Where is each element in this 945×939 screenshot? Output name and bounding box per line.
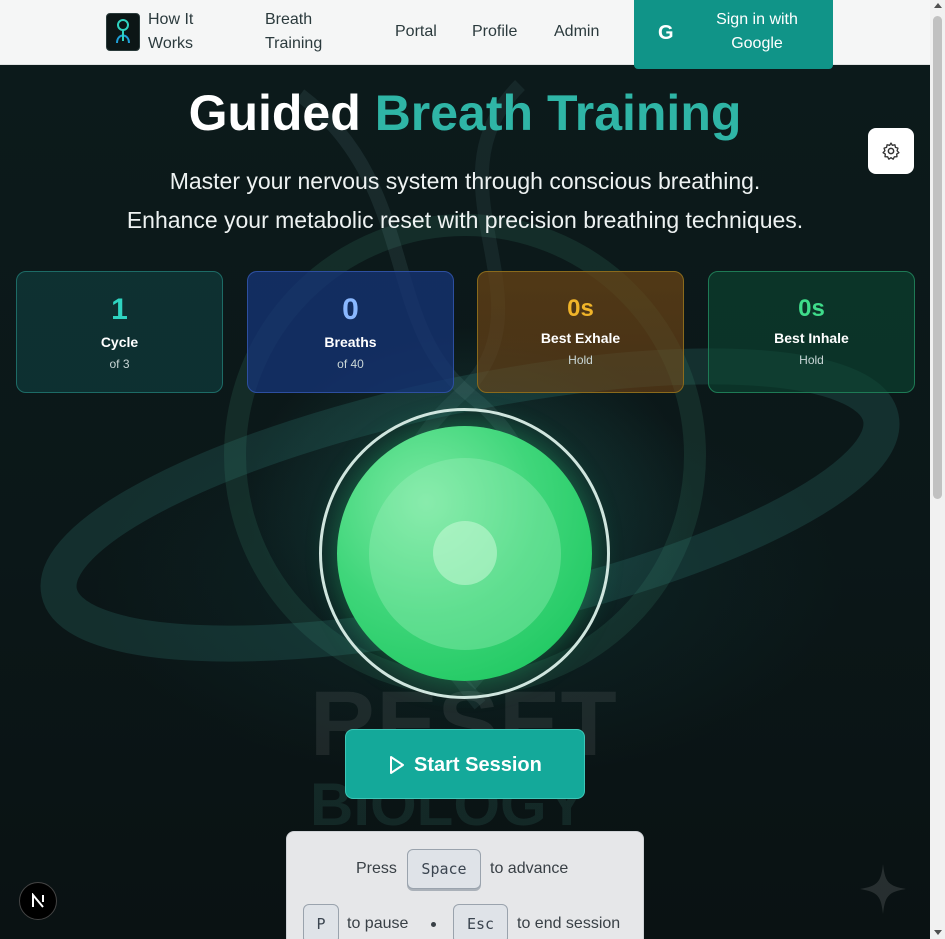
shortcut-press-text: Press (356, 860, 397, 877)
cycle-label: Cycle (100, 334, 139, 350)
stat-card-breaths: 0 Breaths of 40 (247, 271, 454, 393)
shortcut-advance-text: to advance (490, 860, 569, 877)
subtitle-line-2: Enhance your metabolic reset with precis… (126, 207, 804, 233)
scroll-up-arrow[interactable] (934, 3, 942, 8)
cycle-sub: of 3 (109, 357, 130, 371)
top-navbar: How It Works Breath Training Portal Prof… (0, 0, 930, 69)
best-exhale-sub: Hold (568, 353, 593, 367)
nextjs-n-icon (32, 893, 44, 908)
title-plain: Guided (188, 85, 361, 141)
play-icon (390, 756, 404, 774)
nav-breath-training[interactable]: Breath Training (265, 8, 355, 56)
best-exhale-label: Best Exhale (540, 330, 621, 346)
esc-key: Esc (453, 904, 508, 939)
title-accent: Breath Training (374, 85, 742, 141)
breaths-value: 0 (342, 293, 359, 326)
best-exhale-value: 0s (567, 295, 594, 322)
nav-portal[interactable]: Portal (395, 20, 437, 44)
reset-biology-logo[interactable] (106, 13, 140, 51)
separator-dot (431, 922, 436, 927)
google-icon: G (658, 22, 674, 44)
scrollbar-thumb[interactable] (933, 16, 942, 499)
sign-in-label: Sign in with Google (716, 11, 798, 52)
subtitle-line-1: Master your nervous system through consc… (169, 168, 761, 194)
logo-figure-icon (116, 19, 130, 44)
nav-admin[interactable]: Admin (554, 20, 599, 44)
space-key: Space (407, 849, 481, 889)
breaths-label: Breaths (324, 334, 377, 350)
shortcut-pause-text: to pause (347, 915, 409, 932)
scroll-down-arrow[interactable] (934, 930, 942, 935)
best-inhale-value: 0s (798, 295, 825, 322)
stat-card-best-exhale: 0s Best Exhale Hold (477, 271, 684, 393)
nav-how-it-works[interactable]: How It Works (148, 8, 238, 56)
breaths-sub: of 40 (337, 357, 364, 371)
stat-card-best-inhale: 0s Best Inhale Hold (708, 271, 915, 393)
settings-button[interactable] (868, 128, 914, 174)
best-inhale-label: Best Inhale (774, 330, 849, 346)
start-session-button[interactable]: Start Session (345, 729, 585, 799)
best-inhale-sub: Hold (799, 353, 824, 367)
breath-orb-core (433, 521, 497, 585)
gear-icon (882, 142, 900, 160)
page-title: Guided Breath Training (0, 84, 930, 142)
start-session-label: Start Session (414, 754, 542, 776)
nextjs-badge[interactable] (19, 882, 57, 920)
stat-card-cycle: 1 Cycle of 3 (16, 271, 223, 393)
p-key: P (303, 904, 339, 939)
keyboard-shortcuts-panel: Press Space to advance P to pause Esc to… (286, 831, 644, 939)
nav-profile[interactable]: Profile (472, 20, 517, 44)
cycle-value: 1 (111, 293, 128, 326)
sparkle-icon (860, 864, 906, 914)
sign-in-google-button[interactable]: G Sign in with Google (634, 0, 833, 69)
shortcut-end-text: to end session (517, 915, 621, 932)
